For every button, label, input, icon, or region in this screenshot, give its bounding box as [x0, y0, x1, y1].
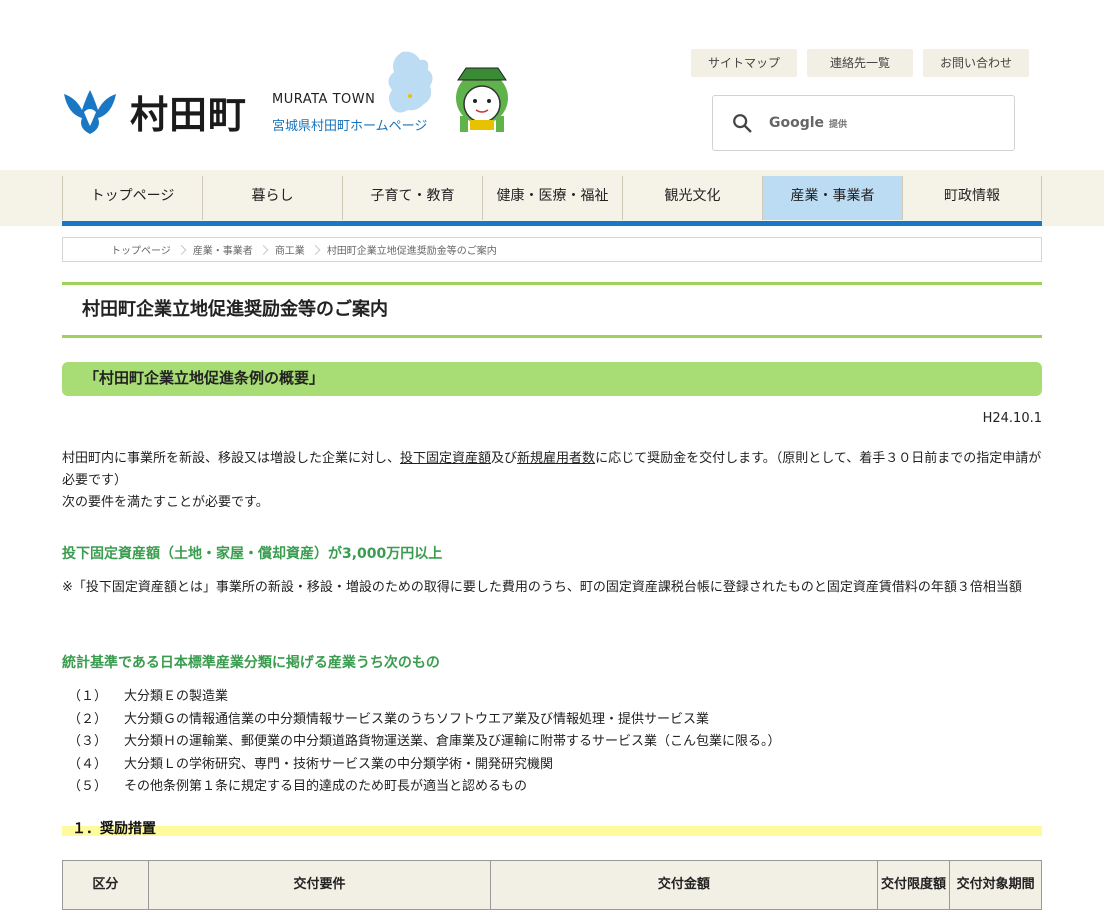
table-header-requirement: 交付要件 [147, 860, 492, 910]
list-item: （２） 大分類Ｇの情報通信業の中分類情報サービス業のうちソフトウエア業及び情報処理… [62, 709, 781, 732]
nav-item-tourism[interactable]: 観光文化 [622, 176, 762, 220]
investment-note: ※「投下固定資産額とは」事業所の新設・移設・増設のための取得に要した費用のうち、… [62, 580, 1022, 595]
requirement-text: 次の要件を満たすことが必要です。 [62, 495, 269, 510]
list-item: （３） 大分類Ｈの運輸業、郵便業の中分類道路貨物運送業、倉庫業及び運輸に附帯するサ… [62, 731, 781, 754]
new-employee-term: 新規雇用者数 [517, 451, 596, 466]
list-item-text: 大分類Ｇの情報通信業の中分類情報サービス業のうちソフトウエア業及び情報処理・提供… [124, 711, 710, 727]
breadcrumb-item-current: 村田町企業立地促進奨励金等のご案内 [326, 246, 497, 257]
table-header-limit: 交付限度額 [876, 860, 951, 910]
list-item-number: （２） [68, 711, 108, 727]
search-box[interactable]: Google 提供 [712, 95, 1015, 151]
list-item-text: 大分類Ｈの運輸業、郵便業の中分類道路貨物運送業、倉庫業及び運輸に附帯するサービス… [124, 734, 781, 749]
fixed-asset-term: 投下固定資産額 [400, 451, 492, 466]
breadcrumb-item-top[interactable]: トップページ [111, 242, 185, 257]
highlight-band [62, 826, 1042, 836]
page-title: 村田町企業立地促進奨励金等のご案内 [62, 282, 1042, 338]
site-header: 村田町 MURATA TOWN 宮城県村田町ホームページ サイトマップ 連絡先一… [0, 0, 1104, 170]
industry-list: （１） 大分類Ｅの製造業 （２） 大分類Ｇの情報通信業の中分類情報サービス業のうちソ… [62, 686, 781, 799]
breadcrumb-item-industry[interactable]: 産業・事業者 [193, 242, 267, 257]
nav-item-government[interactable]: 町政情報 [902, 176, 1042, 220]
list-item-text: 大分類Ｌの学術研究、専門・技術サービス業の中分類学術・開発研究機関 [124, 756, 554, 772]
town-name-english: MURATA TOWN [272, 92, 376, 107]
breadcrumb: トップページ 産業・事業者 商工業 村田町企業立地促進奨励金等のご案内 [62, 237, 1042, 262]
intro-text-b: 及び [491, 451, 518, 466]
table-header-category: 区分 [62, 860, 149, 910]
breadcrumb-item-commerce[interactable]: 商工業 [275, 242, 319, 257]
list-item-text: 大分類Ｅの製造業 [124, 689, 229, 704]
nav-item-living[interactable]: 暮らし [202, 176, 342, 220]
logo-text: 村田町 [130, 92, 248, 137]
list-item: （４） 大分類Ｌの学術研究、専門・技術サービス業の中分類学術・開発研究機関 [62, 754, 781, 777]
nav-item-industry[interactable]: 産業・事業者 [762, 176, 902, 220]
nav-item-childcare[interactable]: 子育て・教育 [342, 176, 482, 220]
global-nav-bar: トップページ 暮らし 子育て・教育 健康・医療・福祉 観光文化 産業・事業者 町… [0, 170, 1104, 226]
utility-links: サイトマップ 連絡先一覧 お問い合わせ [691, 49, 1029, 77]
nav-item-top[interactable]: トップページ [62, 176, 202, 220]
list-item: （１） 大分類Ｅの製造業 [62, 686, 781, 709]
table-header-period: 交付対象期間 [949, 860, 1042, 910]
list-item: （５） その他条例第１条に規定する目的達成のため町長が適当と認めるもの [62, 776, 781, 799]
heading-industry-classification: 統計基準である日本標準産業分類に掲げる産業うち次のもの [62, 655, 440, 671]
sitemap-link[interactable]: サイトマップ [691, 49, 797, 77]
intro-paragraph: 村田町内に事業所を新設、移設又は増設した企業に対し、投下固定資産額及び新規雇用者… [62, 448, 1042, 492]
heading-incentive-measures: １．奨励措置 [62, 818, 1042, 838]
mascot-map-illustration-icon [388, 51, 508, 132]
list-item-number: （５） [68, 779, 108, 794]
search-provider-label: Google 提供 [769, 115, 848, 131]
publish-date: H24.10.1 [982, 411, 1042, 426]
global-nav: トップページ 暮らし 子育て・教育 健康・医療・福祉 観光文化 産業・事業者 町… [62, 176, 1042, 220]
table-header-amount: 交付金額 [490, 860, 878, 910]
nav-item-health[interactable]: 健康・医療・福祉 [482, 176, 622, 220]
town-emblem-icon [64, 89, 116, 134]
heading-investment: 投下固定資産額（土地・家屋・償却資産）が3,000万円以上 [62, 546, 443, 562]
contact-list-link[interactable]: 連絡先一覧 [807, 49, 913, 77]
table-header-row: 区分 交付要件 交付金額 交付限度額 交付対象期間 [62, 860, 1042, 910]
section-title: 「村田町企業立地促進条例の概要」 [62, 362, 1042, 396]
site-logo[interactable]: 村田町 [62, 84, 247, 139]
list-item-number: （１） [68, 689, 108, 704]
list-item-number: （４） [68, 756, 108, 772]
heading-incentive-text: １．奨励措置 [72, 821, 156, 837]
search-icon[interactable] [731, 112, 753, 134]
list-item-number: （３） [68, 734, 108, 749]
list-item-text: その他条例第１条に規定する目的達成のため町長が適当と認めるもの [124, 779, 528, 794]
inquiry-link[interactable]: お問い合わせ [923, 49, 1029, 77]
incentive-table: 区分 交付要件 交付金額 交付限度額 交付対象期間 [62, 860, 1042, 910]
intro-text-a: 村田町内に事業所を新設、移設又は増設した企業に対し、 [62, 451, 401, 466]
nav-underline [62, 221, 1042, 226]
